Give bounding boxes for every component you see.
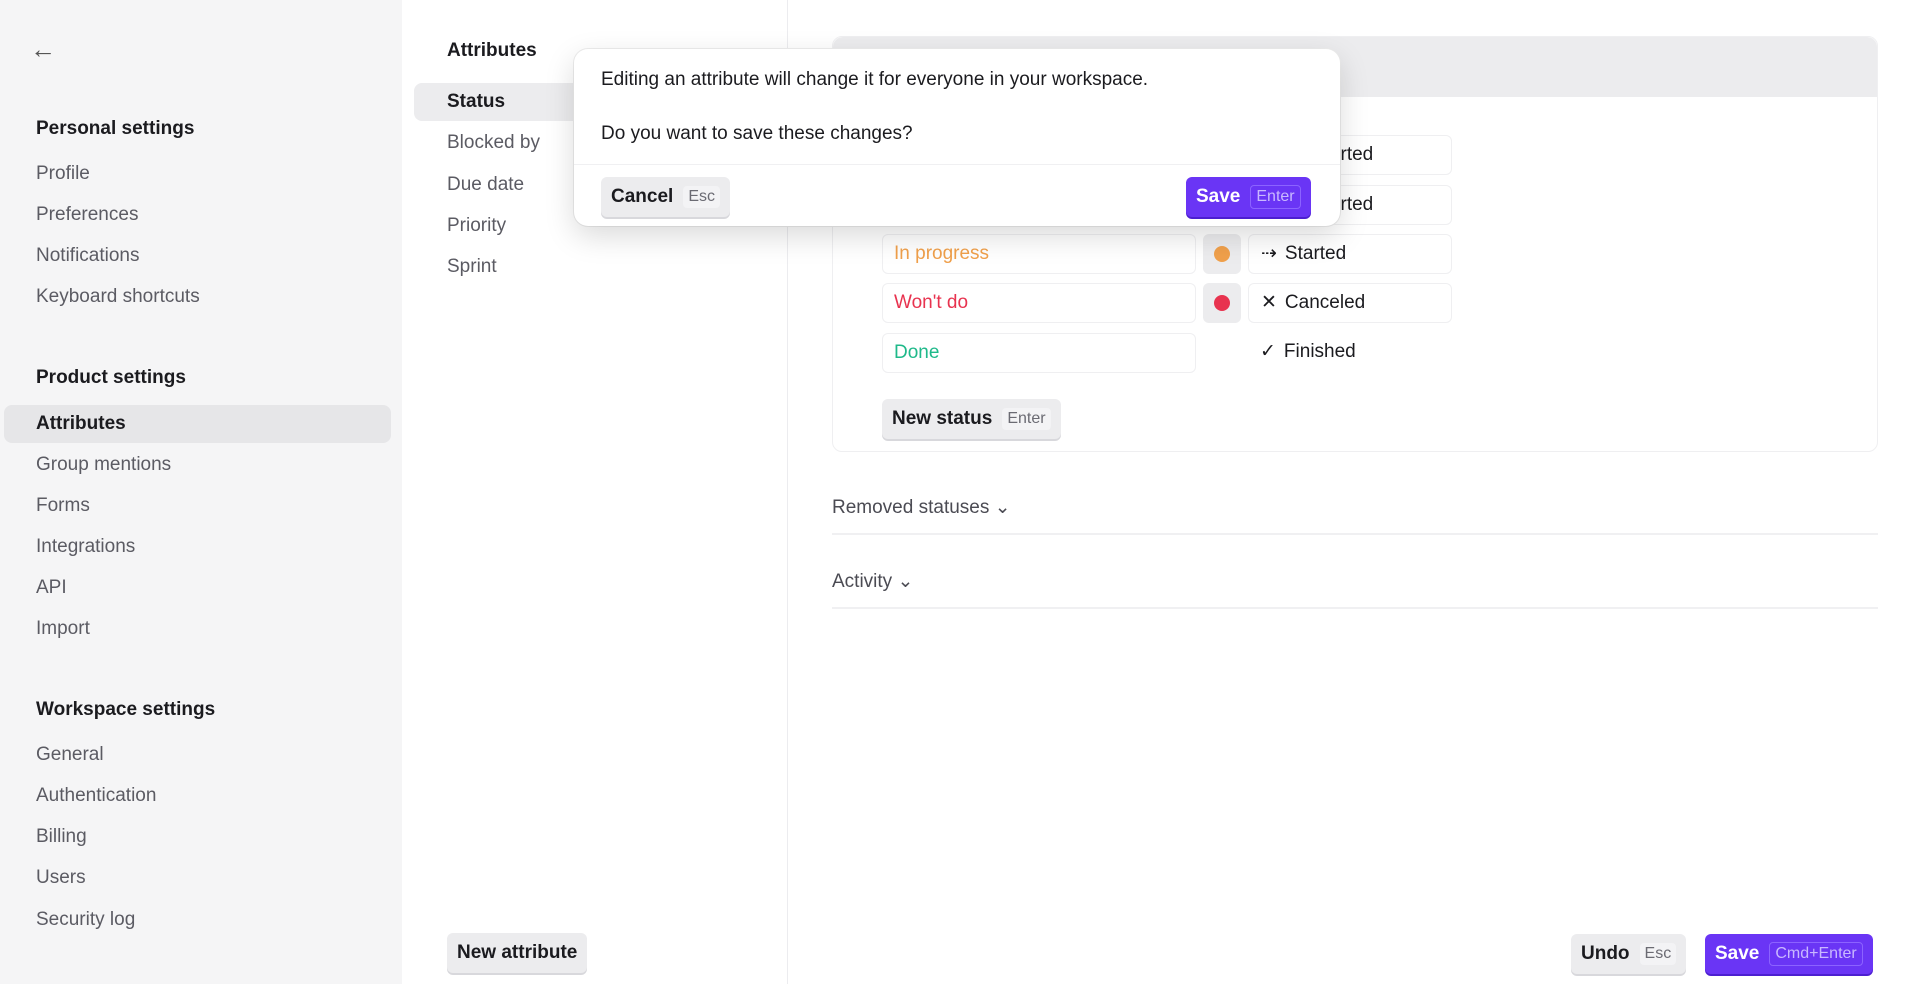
sidebar-item-integrations[interactable]: Integrations <box>4 528 391 566</box>
enter-key-hint: Enter <box>1250 185 1301 209</box>
sidebar-item-group-mentions[interactable]: Group mentions <box>4 446 391 484</box>
section-workspace-settings: Workspace settings <box>36 699 216 720</box>
status-type-label: Canceled <box>1284 292 1366 313</box>
new-status-button[interactable]: New status Enter <box>882 399 1061 439</box>
activity-label: Activity <box>832 571 893 592</box>
sidebar-item-keyboard-shortcuts[interactable]: Keyboard shortcuts <box>4 278 391 316</box>
save-label: Save <box>1196 186 1241 207</box>
chevron-down-icon: ⌄ <box>897 571 914 592</box>
status-type-select[interactable]: ✓ Finished <box>1248 333 1452 373</box>
section-product-settings: Product settings <box>36 367 186 388</box>
sidebar-item-users[interactable]: Users <box>4 859 391 897</box>
sidebar-item-attributes[interactable]: Attributes <box>4 405 391 443</box>
dialog-divider <box>574 164 1340 165</box>
status-color-picker[interactable] <box>1203 283 1241 323</box>
dialog-save-button[interactable]: Save Enter <box>1186 177 1311 217</box>
check-icon: ✓ <box>1260 341 1276 362</box>
cmd-enter-key-hint: Cmd+Enter <box>1769 942 1863 966</box>
dialog-question: Do you want to save these changes? <box>601 123 913 144</box>
x-icon: ✕ <box>1261 292 1277 313</box>
arrow-left-icon: ← <box>30 34 56 64</box>
sidebar-item-import[interactable]: Import <box>4 610 391 648</box>
new-attribute-button[interactable]: New attribute <box>447 933 588 973</box>
activity-toggle[interactable]: Activity ⌄ <box>832 570 1878 609</box>
status-name-input[interactable]: Won't do <box>882 283 1196 323</box>
confirm-save-dialog: Editing an attribute will change it for … <box>574 49 1340 226</box>
removed-statuses-label: Removed statuses <box>832 497 990 518</box>
dialog-message: Editing an attribute will change it for … <box>601 69 1149 90</box>
chevron-down-icon: ⌄ <box>994 497 1011 518</box>
status-type-select[interactable]: ⇢ Started <box>1248 234 1452 274</box>
sidebar-item-security-log[interactable]: Security log <box>4 901 391 939</box>
sidebar-item-preferences[interactable]: Preferences <box>4 196 391 234</box>
sidebar-item-notifications[interactable]: Notifications <box>4 237 391 275</box>
esc-key-hint: Esc <box>683 186 720 208</box>
color-dot <box>1214 246 1230 262</box>
removed-statuses-toggle[interactable]: Removed statuses ⌄ <box>832 496 1878 535</box>
settings-sidebar: ← Personal settings Profile Preferences … <box>0 0 402 984</box>
cancel-label: Cancel <box>611 186 674 207</box>
save-label: Save <box>1715 943 1760 964</box>
status-name-input[interactable]: In progress <box>882 234 1196 274</box>
back-button[interactable]: ← <box>30 34 60 64</box>
esc-key-hint: Esc <box>1639 943 1677 965</box>
sidebar-item-billing[interactable]: Billing <box>4 818 391 856</box>
enter-key-hint: Enter <box>1002 408 1051 430</box>
sidebar-item-authentication[interactable]: Authentication <box>4 777 391 815</box>
attribute-item-sprint[interactable]: Sprint <box>414 248 774 286</box>
color-dot <box>1214 295 1230 311</box>
status-name-input[interactable]: Done <box>882 333 1196 373</box>
undo-label: Undo <box>1581 943 1630 964</box>
arrow-right-icon: ⇢ <box>1261 243 1277 264</box>
sidebar-item-forms[interactable]: Forms <box>4 487 391 525</box>
status-type-label: Finished <box>1283 341 1356 362</box>
sidebar-item-profile[interactable]: Profile <box>4 155 391 193</box>
attributes-heading: Attributes <box>447 40 537 61</box>
sidebar-item-api[interactable]: API <box>4 569 391 607</box>
dialog-cancel-button[interactable]: Cancel Esc <box>601 177 730 217</box>
undo-button[interactable]: Undo Esc <box>1571 934 1687 974</box>
status-type-label: Started <box>1284 243 1347 264</box>
save-button[interactable]: Save Cmd+Enter <box>1705 934 1873 974</box>
new-attribute-label: New attribute <box>457 942 578 963</box>
new-status-label: New status <box>892 408 993 429</box>
status-color-picker[interactable] <box>1203 234 1241 274</box>
status-type-select[interactable]: ✕ Canceled <box>1248 283 1452 323</box>
sidebar-item-general[interactable]: General <box>4 736 391 774</box>
section-personal-settings: Personal settings <box>36 118 195 139</box>
